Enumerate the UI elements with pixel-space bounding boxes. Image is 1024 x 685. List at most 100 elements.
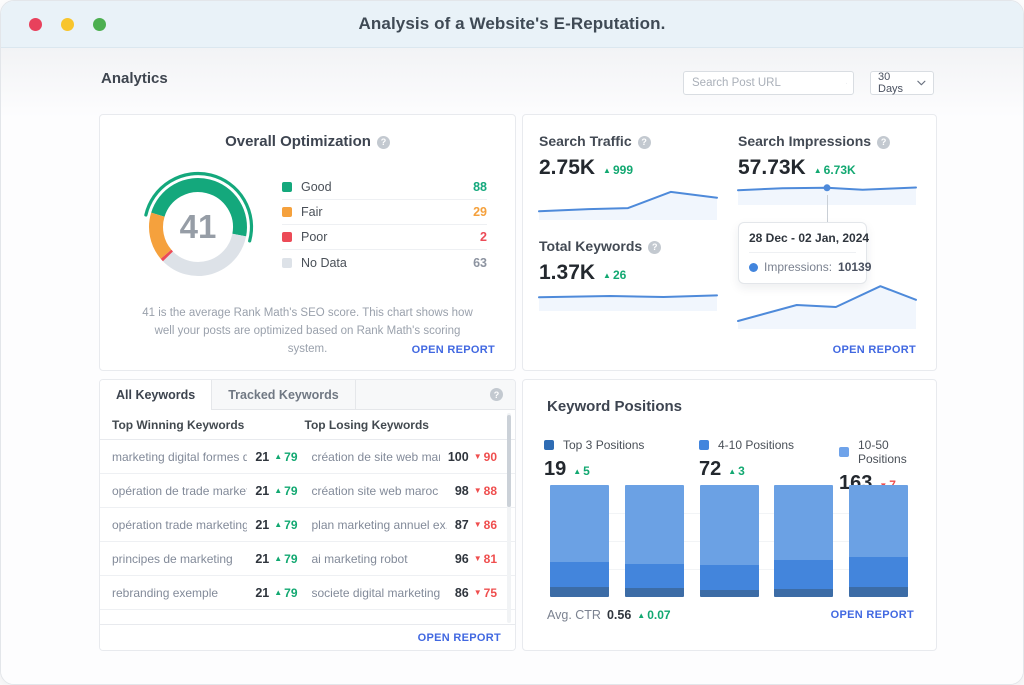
open-report-link[interactable]: OPEN REPORT bbox=[412, 344, 495, 356]
bar-segment-4-10 bbox=[550, 562, 609, 588]
bar-segment-top3 bbox=[849, 587, 908, 597]
keyword-positions-bar-chart[interactable] bbox=[550, 485, 908, 597]
stacked-bar[interactable] bbox=[700, 485, 759, 597]
search-impressions-value: 57.73K bbox=[738, 156, 806, 180]
bar-segment-4-10 bbox=[625, 564, 684, 588]
close-button[interactable] bbox=[29, 18, 42, 31]
bottom-right-sparkline[interactable] bbox=[738, 283, 916, 323]
avg-ctr-value: 0.56 bbox=[607, 608, 631, 622]
bar-segment-top3 bbox=[700, 590, 759, 597]
avg-ctr-delta: 0.07 bbox=[637, 608, 670, 622]
poor-color-swatch bbox=[282, 232, 292, 242]
legend-row-nodata[interactable]: No Data 63 bbox=[282, 250, 487, 275]
page-title: Analytics bbox=[101, 70, 168, 87]
tooltip-metric-label: Impressions: bbox=[764, 260, 832, 274]
card-title: Keyword Positions bbox=[547, 398, 682, 415]
table-row[interactable]: rebranding exemple2179 societe digital m… bbox=[100, 576, 515, 610]
table-row[interactable]: principes de marketing2179 ai marketing … bbox=[100, 542, 515, 576]
keywords-tabbar: All Keywords Tracked Keywords ? bbox=[100, 380, 515, 410]
stacked-bar[interactable] bbox=[625, 485, 684, 597]
traffic-stats-card: Search Traffic? 2.75K 999 Search Impress… bbox=[522, 114, 937, 371]
tab-tracked-keywords[interactable]: Tracked Keywords bbox=[212, 380, 355, 409]
help-icon[interactable]: ? bbox=[877, 136, 890, 149]
table-row[interactable]: opération de trade market...2179 créatio… bbox=[100, 474, 515, 508]
maximize-button[interactable] bbox=[93, 18, 106, 31]
bar-segment-10-50 bbox=[700, 485, 759, 565]
bar-segment-10-50 bbox=[625, 485, 684, 564]
stacked-bar[interactable] bbox=[550, 485, 609, 597]
table-row[interactable]: marketing digital formes d...2179 créati… bbox=[100, 440, 515, 474]
pos4-10-color-swatch bbox=[699, 440, 709, 450]
period-dropdown[interactable]: 30 Days bbox=[870, 71, 934, 95]
losing-column-header: Top Losing Keywords bbox=[305, 418, 498, 432]
stacked-bar[interactable] bbox=[774, 485, 833, 597]
legend-top3: Top 3 Positions 195 bbox=[544, 438, 644, 481]
good-color-swatch bbox=[282, 182, 292, 192]
bar-segment-10-50 bbox=[774, 485, 833, 560]
tooltip-connector-line bbox=[827, 195, 828, 222]
stacked-bar[interactable] bbox=[849, 485, 908, 597]
window-title: Analysis of a Website's E-Reputation. bbox=[359, 14, 666, 34]
avg-ctr: Avg. CTR 0.56 0.07 bbox=[547, 608, 671, 622]
legend-row-good[interactable]: Good 88 bbox=[282, 175, 487, 200]
tooltip-date-range: 28 Dec - 02 Jan, 2024 bbox=[749, 231, 856, 253]
chevron-down-icon bbox=[917, 80, 926, 86]
top3-color-swatch bbox=[544, 440, 554, 450]
minimize-button[interactable] bbox=[61, 18, 74, 31]
bar-segment-top3 bbox=[774, 589, 833, 597]
table-row[interactable]: opération trade marketing2179 plan marke… bbox=[100, 508, 515, 542]
search-input[interactable] bbox=[692, 77, 846, 89]
search-traffic-sparkline[interactable] bbox=[539, 187, 717, 214]
legend-row-fair[interactable]: Fair 29 bbox=[282, 200, 487, 225]
help-icon[interactable]: ? bbox=[638, 136, 651, 149]
keywords-card: All Keywords Tracked Keywords ? Top Winn… bbox=[99, 379, 516, 651]
legend-row-poor[interactable]: Poor 2 bbox=[282, 225, 487, 250]
keyword-positions-card: Keyword Positions Top 3 Positions 195 4-… bbox=[522, 379, 937, 651]
stat-title-search-traffic: Search Traffic bbox=[539, 133, 632, 149]
tooltip-metric-value: 10139 bbox=[838, 260, 871, 274]
search-traffic-value: 2.75K bbox=[539, 156, 595, 180]
search-post-url-box bbox=[683, 71, 854, 95]
top3-delta: 5 bbox=[573, 464, 590, 478]
chart-tooltip: 28 Dec - 02 Jan, 2024 Impressions: 10139 bbox=[738, 222, 867, 284]
search-icon[interactable] bbox=[846, 77, 847, 90]
stat-title-total-keywords: Total Keywords bbox=[539, 238, 642, 254]
table-scrollbar[interactable] bbox=[507, 413, 511, 623]
bar-segment-top3 bbox=[625, 588, 684, 597]
impressions-dot-icon bbox=[749, 263, 758, 272]
search-impressions-delta: 6.73K bbox=[814, 163, 856, 177]
bar-segment-4-10 bbox=[849, 557, 908, 586]
stat-title-search-impressions: Search Impressions bbox=[738, 133, 871, 149]
dashboard-content: Analytics 30 Days Overall Optimization? … bbox=[1, 48, 1023, 684]
pos4-10-delta: 3 bbox=[728, 464, 745, 478]
help-icon[interactable]: ? bbox=[377, 136, 390, 149]
scrollbar-thumb[interactable] bbox=[507, 415, 511, 507]
help-icon[interactable]: ? bbox=[648, 241, 661, 254]
bar-segment-10-50 bbox=[550, 485, 609, 562]
bar-segment-4-10 bbox=[700, 565, 759, 590]
nodata-color-swatch bbox=[282, 258, 292, 268]
open-report-link[interactable]: OPEN REPORT bbox=[833, 344, 916, 356]
bar-segment-10-50 bbox=[849, 485, 908, 557]
optimization-legend: Good 88 Fair 29 Poor 2 No Data 63 bbox=[282, 175, 487, 275]
open-report-link[interactable]: OPEN REPORT bbox=[831, 609, 914, 621]
pos4-10-count: 72 bbox=[699, 458, 721, 481]
pos10-50-color-swatch bbox=[839, 447, 849, 457]
fair-color-swatch bbox=[282, 207, 292, 217]
search-traffic-delta: 999 bbox=[603, 163, 633, 177]
seo-score-value: 41 bbox=[136, 165, 260, 289]
total-keywords-sparkline[interactable] bbox=[539, 289, 717, 305]
total-keywords-value: 1.37K bbox=[539, 261, 595, 285]
period-value: 30 Days bbox=[878, 71, 917, 95]
overall-optimization-card: Overall Optimization? 41 Good 88 Fair 29… bbox=[99, 114, 516, 371]
tab-all-keywords[interactable]: All Keywords bbox=[100, 380, 212, 410]
open-report-link[interactable]: OPEN REPORT bbox=[418, 632, 501, 644]
top3-count: 19 bbox=[544, 458, 566, 481]
winning-column-header: Top Winning Keywords bbox=[112, 418, 305, 432]
app-window: Analysis of a Website's E-Reputation. An… bbox=[0, 0, 1024, 685]
titlebar: Analysis of a Website's E-Reputation. bbox=[1, 1, 1023, 48]
total-keywords-delta: 26 bbox=[603, 268, 626, 282]
help-icon[interactable]: ? bbox=[490, 388, 503, 401]
legend-4-10: 4-10 Positions 723 bbox=[699, 438, 794, 481]
keywords-table-header: Top Winning Keywords Top Losing Keywords bbox=[100, 410, 515, 440]
